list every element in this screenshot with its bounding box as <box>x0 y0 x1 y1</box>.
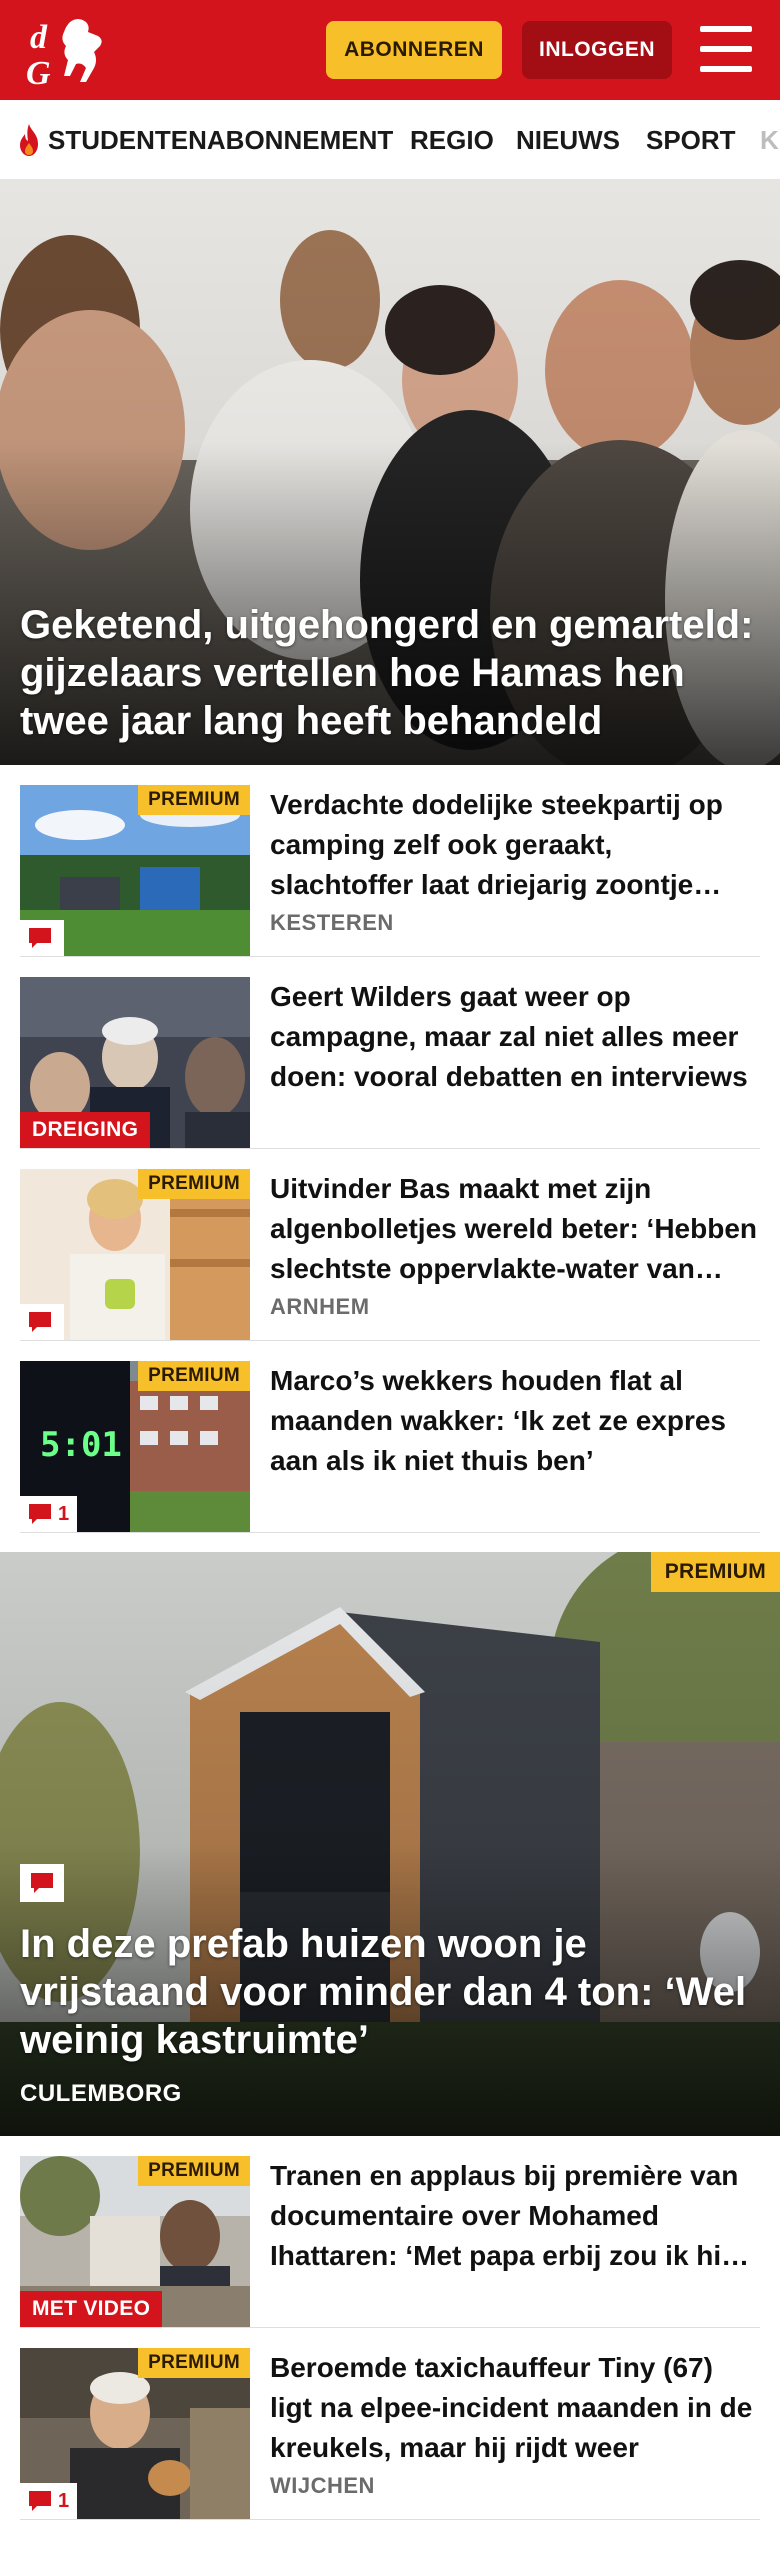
list-item[interactable]: 5:01 PREMIUM 1 Marco’s wekkers houden fl… <box>20 1341 760 1533</box>
label-badge: DREIGING <box>20 1112 151 1148</box>
comment-icon <box>29 928 51 948</box>
list-item[interactable]: DREIGING Geert Wilders gaat weer op camp… <box>20 957 760 1149</box>
flame-icon <box>20 124 38 156</box>
nav-item-nieuws[interactable]: NIEUWS <box>516 100 620 179</box>
premium-badge: PREMIUM <box>650 1552 780 1592</box>
list-item[interactable]: PREMIUM 1 Beroemde taxichauffeur Tiny (6… <box>20 2328 760 2520</box>
nav-label: REGIO <box>410 124 494 155</box>
nav-label: SPORT <box>646 124 736 155</box>
top-header: d G ABONNEREN INLOGGEN <box>0 0 780 100</box>
nav-item-more[interactable]: K <box>760 100 779 179</box>
hero-title: Geketend, uitgehongerd en gemarteld: gij… <box>20 603 754 743</box>
list-item[interactable]: PREMIUM Uitvinder Bas maakt met zijn alg… <box>20 1149 760 1341</box>
comment-number: 1 <box>58 2489 70 2512</box>
feature-article[interactable]: PREMIUM In deze prefab huizen woon je vr… <box>0 1552 780 2136</box>
article-thumbnail: PREMIUM <box>20 1169 250 1340</box>
feature-title: In deze prefab huizen woon je vrijstaand… <box>20 1922 747 2062</box>
article-title: Verdachte dodelijke steekpartij op campi… <box>270 789 723 900</box>
svg-text:5:01: 5:01 <box>40 1425 122 1465</box>
hero-article[interactable]: Geketend, uitgehongerd en gemarteld: gij… <box>0 180 780 765</box>
article-thumbnail: PREMIUM <box>20 785 250 956</box>
logo[interactable]: d G <box>22 12 118 92</box>
article-thumbnail: PREMIUM 1 <box>20 2348 250 2519</box>
login-button[interactable]: INLOGGEN <box>522 21 672 79</box>
nav-label: NIEUWS <box>516 124 620 155</box>
nav-item-regio[interactable]: REGIO <box>410 100 494 179</box>
list-item[interactable]: PREMIUM MET VIDEO Tranen en applaus bij … <box>20 2136 760 2328</box>
article-thumbnail: 5:01 PREMIUM 1 <box>20 1361 250 1532</box>
video-badge: MET VIDEO <box>20 2291 163 2327</box>
comment-number: 1 <box>58 1502 70 1525</box>
menu-icon[interactable] <box>700 26 752 72</box>
comment-count <box>20 920 64 956</box>
comment-icon <box>31 1873 53 1893</box>
comment-icon <box>29 1312 51 1332</box>
comment-icon <box>29 1504 51 1524</box>
svg-text:G: G <box>26 55 51 90</box>
article-title: Uitvinder Bas maakt met zijn algenbollet… <box>270 1173 758 1284</box>
premium-badge: PREMIUM <box>138 2156 250 2186</box>
nav-item-studentenabonnement[interactable]: STUDENTENABONNEMENT <box>16 100 394 179</box>
nav-label: K <box>760 124 779 155</box>
article-title: Tranen en applaus bij première van docum… <box>270 2160 748 2271</box>
article-thumbnail: DREIGING <box>20 977 250 1148</box>
comment-count: 1 <box>20 2483 78 2519</box>
article-location: WIJCHEN <box>270 2473 375 2498</box>
article-title: Marco’s wekkers houden flat al maanden w… <box>270 1365 726 1476</box>
premium-badge: PREMIUM <box>138 1169 250 1199</box>
article-thumbnail: PREMIUM MET VIDEO <box>20 2156 250 2327</box>
comment-icon <box>29 2491 51 2511</box>
feature-location: CULEMBORG <box>20 2080 182 2107</box>
article-location: KESTEREN <box>270 910 394 935</box>
nav-item-sport[interactable]: SPORT <box>646 100 736 179</box>
premium-badge: PREMIUM <box>138 1361 250 1391</box>
article-location: ARNHEM <box>270 1294 370 1319</box>
premium-badge: PREMIUM <box>138 2348 250 2378</box>
comment-count <box>20 1864 64 1902</box>
svg-text:d: d <box>30 19 48 56</box>
subscribe-button[interactable]: ABONNEREN <box>326 21 502 79</box>
nav-label: STUDENTENABONNEMENT <box>48 124 394 155</box>
premium-badge: PREMIUM <box>138 785 250 815</box>
article-title: Geert Wilders gaat weer op campagne, maa… <box>270 981 748 1092</box>
comment-count: 1 <box>20 1496 78 1532</box>
section-nav: STUDENTENABONNEMENT REGIO NIEUWS SPORT K <box>0 100 780 180</box>
comment-count <box>20 1304 64 1340</box>
article-title: Beroemde taxichauffeur Tiny (67) ligt na… <box>270 2352 753 2463</box>
list-item[interactable]: PREMIUM Verdachte dodelijke steekpartij … <box>20 765 760 957</box>
